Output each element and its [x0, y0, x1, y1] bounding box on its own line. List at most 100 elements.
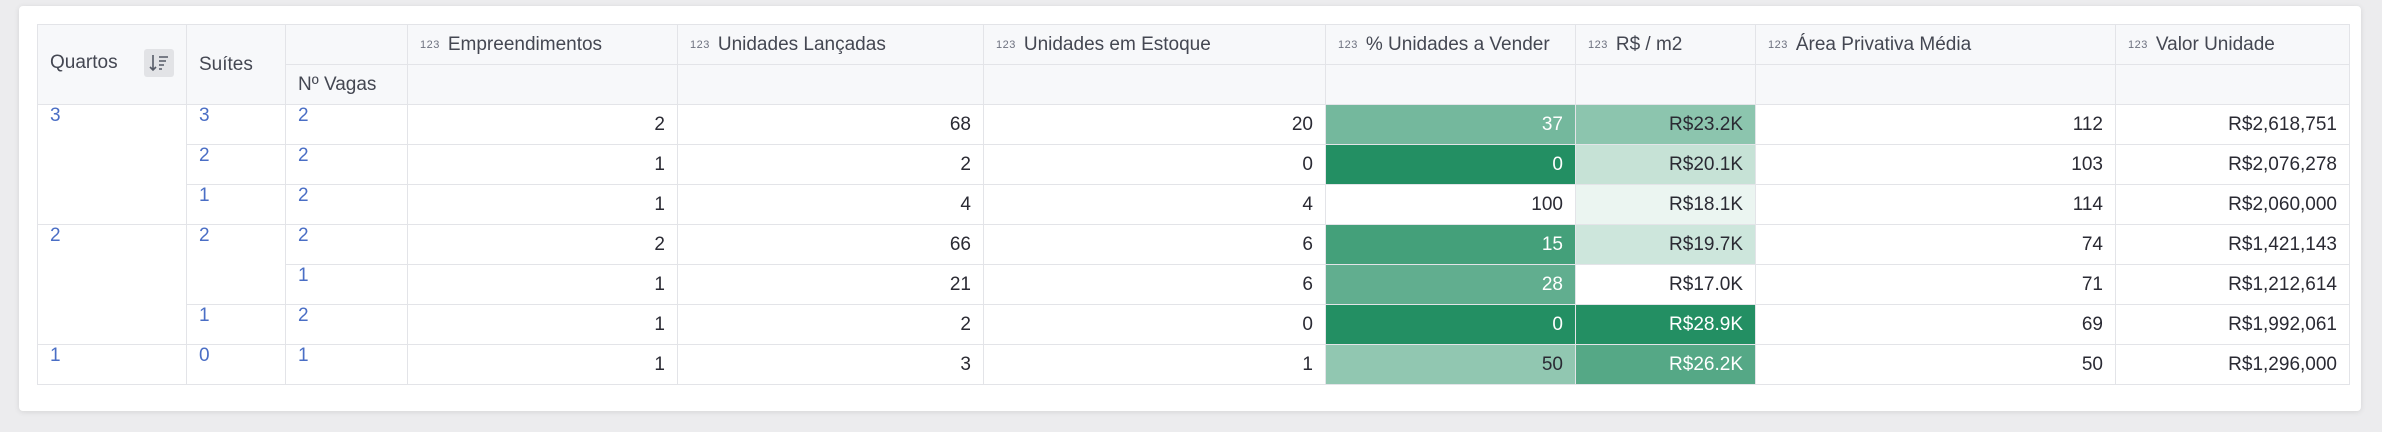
empreendimentos-cell: 2	[407, 224, 678, 265]
header-suites[interactable]: Suítes	[186, 24, 286, 105]
pct-cell: 28	[1325, 264, 1576, 305]
table-row: 1 2 1 4 4 100 R$18.1K 114 R$2,060,000	[38, 184, 2350, 225]
header-quartos-label: Quartos	[50, 52, 118, 73]
estoque-cell: 0	[983, 144, 1326, 185]
vagas-cell: 2	[285, 144, 408, 185]
table-row: 3 3 2 2 68 20 37 R$23.2K 112 R$2,618,751	[37, 104, 2350, 225]
pivot-table: Quartos Suítes 123 Empreendimentos 123 Uni…	[37, 24, 2350, 385]
header-empty	[677, 64, 984, 105]
pct-cell: 0	[1325, 144, 1576, 185]
pct-cell: 100	[1325, 184, 1576, 225]
rs-m2-cell: R$17.0K	[1575, 264, 1756, 305]
valor-cell: R$1,212,614	[2115, 264, 2350, 305]
header-vagas[interactable]: Nº Vagas	[285, 64, 408, 105]
valor-cell: R$1,296,000	[2115, 344, 2350, 385]
area-cell: 71	[1755, 264, 2116, 305]
empreendimentos-cell: 1	[407, 264, 678, 305]
quartos-cell: 2	[37, 224, 187, 345]
numeric-type-icon: 123	[1338, 38, 1358, 51]
lancadas-cell: 21	[677, 264, 984, 305]
table-row: 1 2 1 2 0 0 R$28.9K 69 R$1,992,061	[38, 304, 2350, 345]
valor-cell: R$2,618,751	[2115, 104, 2350, 145]
empreendimentos-cell: 2	[407, 104, 678, 145]
lancadas-cell: 3	[677, 344, 984, 385]
valor-cell: R$2,076,278	[2115, 144, 2350, 185]
quartos-cell: 3	[37, 104, 187, 225]
area-cell: 103	[1755, 144, 2116, 185]
empreendimentos-cell: 1	[407, 144, 678, 185]
numeric-type-icon: 123	[1588, 38, 1608, 51]
area-cell: 114	[1755, 184, 2116, 225]
header-pct-vender[interactable]: 123% Unidades a Vender	[1325, 24, 1576, 65]
vagas-cell: 1	[285, 264, 408, 305]
header-unidades-lancadas[interactable]: 123 Unidades Lançadas	[677, 24, 984, 65]
numeric-type-icon: 123	[690, 38, 710, 51]
vagas-cell: 1	[285, 344, 408, 385]
area-cell: 50	[1755, 344, 2116, 385]
sort-button[interactable]	[144, 49, 174, 77]
header-empty	[983, 64, 1326, 105]
valor-cell: R$1,421,143	[2115, 224, 2350, 265]
valor-cell: R$1,992,061	[2115, 304, 2350, 345]
table-row: 1 1 21 6 28 R$17.0K 71 R$1,212,614	[38, 264, 2350, 305]
empreendimentos-cell: 1	[407, 304, 678, 345]
pct-cell: 50	[1325, 344, 1576, 385]
header-empty	[407, 64, 678, 105]
vagas-cell: 2	[285, 304, 408, 345]
valor-cell: R$2,060,000	[2115, 184, 2350, 225]
numeric-type-icon: 123	[2128, 38, 2148, 51]
rs-m2-cell: R$28.9K	[1575, 304, 1756, 345]
table-row: 2 2 2 2 66 6 15 R$19.7K 74 R$1,421,143	[37, 224, 2350, 345]
header-empty	[2115, 64, 2350, 105]
pivot-table-card: Quartos Suítes 123 Empreendimentos 123 Uni…	[19, 6, 2361, 411]
vagas-cell: 2	[285, 184, 408, 225]
area-cell: 74	[1755, 224, 2116, 265]
estoque-cell: 6	[983, 224, 1326, 265]
suites-cell: 1	[186, 304, 286, 345]
header-quartos[interactable]: Quartos	[37, 24, 187, 105]
suites-cell: 1	[186, 184, 286, 225]
estoque-cell: 1	[983, 344, 1326, 385]
lancadas-cell: 68	[677, 104, 984, 145]
header-empreendimentos[interactable]: 123 Empreendimentos	[407, 24, 678, 65]
pct-cell: 15	[1325, 224, 1576, 265]
header-area-privativa[interactable]: 123 Área Privativa Média	[1755, 24, 2116, 65]
suites-cell: 0	[186, 344, 286, 385]
header-row-1: Quartos Suítes 123 Empreendimentos 123 Uni…	[37, 24, 2350, 105]
empreendimentos-cell: 1	[407, 344, 678, 385]
numeric-type-icon: 123	[1768, 38, 1788, 51]
header-empty	[1575, 64, 1756, 105]
suites-cell: 2	[186, 144, 286, 185]
estoque-cell: 0	[983, 304, 1326, 345]
lancadas-cell: 2	[677, 304, 984, 345]
suites-cell: 3	[186, 104, 286, 145]
numeric-type-icon: 123	[996, 38, 1016, 51]
lancadas-cell: 2	[677, 144, 984, 185]
header-valor-unidade[interactable]: 123 Valor Unidade	[2115, 24, 2350, 65]
rs-m2-cell: R$19.7K	[1575, 224, 1756, 265]
header-unidades-estoque[interactable]: 123 Unidades em Estoque	[983, 24, 1326, 65]
rs-m2-cell: R$18.1K	[1575, 184, 1756, 225]
rs-m2-cell: R$26.2K	[1575, 344, 1756, 385]
numeric-type-icon: 123	[420, 38, 440, 51]
header-row-2: Nº Vagas	[38, 64, 2350, 105]
quartos-cell: 1	[37, 344, 187, 385]
vagas-cell: 2	[285, 224, 408, 265]
area-cell: 69	[1755, 304, 2116, 345]
sort-descending-icon	[149, 55, 168, 72]
lancadas-cell: 4	[677, 184, 984, 225]
lancadas-cell: 66	[677, 224, 984, 265]
header-blank	[285, 24, 408, 65]
suites-cell: 2	[186, 224, 286, 305]
header-empty	[1755, 64, 2116, 105]
header-rs-m2[interactable]: 123 R$ / m2	[1575, 24, 1756, 65]
table-row: 1 0 1 1 3 1 50 R$26.2K 50 R$1,296,000	[37, 344, 2350, 385]
pct-cell: 0	[1325, 304, 1576, 345]
estoque-cell: 4	[983, 184, 1326, 225]
table-row: 2 2 1 2 0 0 R$20.1K 103 R$2,076,278	[38, 144, 2350, 185]
pct-cell: 37	[1325, 104, 1576, 145]
estoque-cell: 6	[983, 264, 1326, 305]
estoque-cell: 20	[983, 104, 1326, 145]
rs-m2-cell: R$20.1K	[1575, 144, 1756, 185]
rs-m2-cell: R$23.2K	[1575, 104, 1756, 145]
